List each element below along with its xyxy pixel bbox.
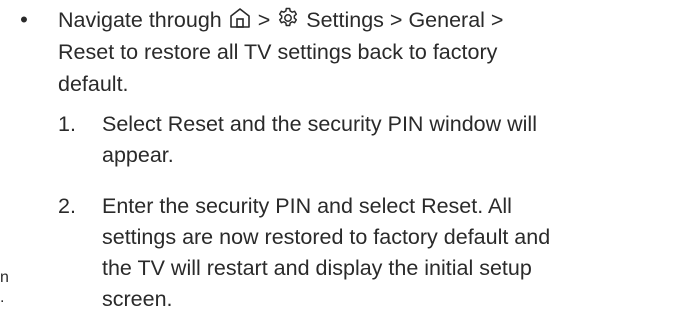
bullet-line-1: Navigate through > Settings > General >: [58, 4, 658, 36]
instruction-page: • Navigate through > Settings > General …: [0, 0, 687, 319]
step-text: Enter the security PIN and select Reset.…: [102, 191, 682, 315]
step-2-line-4: screen.: [102, 287, 173, 311]
step-1-line-2: appear.: [102, 143, 174, 167]
step-2-line-2: settings are now restored to factory def…: [102, 225, 551, 249]
cropped-text-fragment: n .: [0, 268, 10, 308]
settings-path: Settings > General >: [306, 8, 504, 32]
path-separator: >: [257, 8, 271, 32]
fragment-line-1: n: [0, 269, 9, 286]
navigate-prefix: Navigate through: [58, 8, 222, 32]
bullet-line-3: default.: [58, 72, 129, 96]
step-2-line-1: Enter the security PIN and select Reset.…: [102, 194, 512, 218]
step-2-line-3: the TV will restart and display the init…: [102, 256, 532, 280]
bullet-line-2: Reset to restore all TV settings back to…: [58, 40, 498, 64]
fragment-line-2: .: [0, 289, 5, 306]
bullet-text: Navigate through > Settings > General > …: [58, 4, 658, 100]
step-1-line-1: Select Reset and the security PIN window…: [102, 112, 537, 136]
home-icon: [228, 6, 252, 30]
step-text: Select Reset and the security PIN window…: [102, 109, 682, 171]
bullet-marker: •: [20, 7, 28, 32]
step-number: 1.: [58, 112, 76, 136]
step-number: 2.: [58, 194, 76, 218]
gear-icon: [276, 6, 300, 30]
